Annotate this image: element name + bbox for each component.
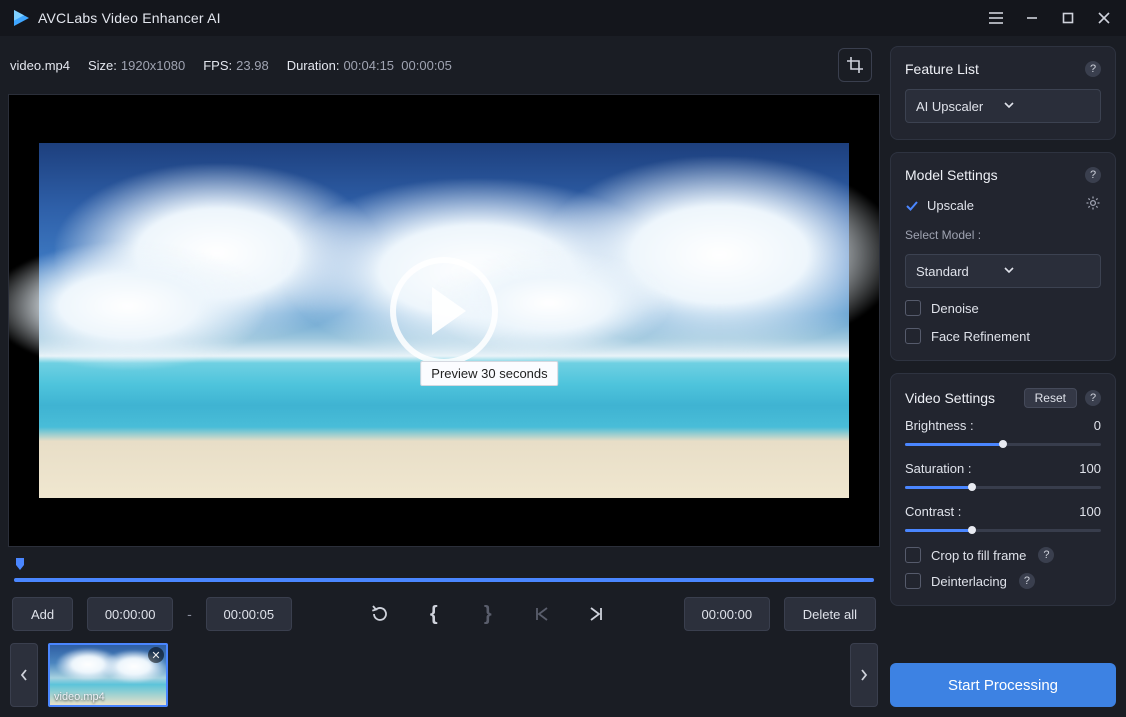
check-icon	[905, 199, 919, 213]
app-logo: AVCLabs Video Enhancer AI	[12, 9, 221, 27]
menu-button[interactable]	[978, 4, 1014, 32]
crop-fill-label: Crop to fill frame	[931, 548, 1026, 563]
next-frame-button[interactable]	[585, 603, 607, 625]
play-logo-icon	[12, 9, 30, 27]
add-button[interactable]: Add	[12, 597, 73, 631]
denoise-checkbox[interactable]	[905, 300, 921, 316]
thumbnail-remove-button[interactable]: ✕	[148, 647, 164, 663]
contrast-value: 100	[1079, 504, 1101, 519]
duration-info: Duration:00:04:15 00:00:05	[287, 58, 452, 73]
out-timecode[interactable]: 00:00:05	[206, 597, 292, 631]
mark-in-button[interactable]: {	[423, 603, 445, 625]
deinterlace-checkbox[interactable]	[905, 573, 921, 589]
file-info-bar: video.mp4 Size:1920x1080 FPS:23.98 Durat…	[8, 44, 880, 86]
video-settings-title: Video Settings	[905, 390, 1024, 406]
size-info: Size:1920x1080	[88, 58, 185, 73]
help-icon[interactable]: ?	[1019, 573, 1035, 589]
play-icon	[432, 287, 466, 335]
feature-list-card: Feature List ? AI Upscaler	[890, 46, 1116, 140]
face-refinement-label: Face Refinement	[931, 329, 1030, 344]
help-icon[interactable]: ?	[1085, 390, 1101, 406]
delete-all-label: Delete all	[803, 607, 857, 622]
in-timecode[interactable]: 00:00:00	[87, 597, 173, 631]
mark-out-button: }	[477, 603, 499, 625]
video-preview[interactable]: Preview 30 seconds	[8, 94, 880, 547]
saturation-value: 100	[1079, 461, 1101, 476]
chevron-down-icon	[1003, 264, 1090, 279]
model-settings-card: Model Settings ? Upscale Select Model : …	[890, 152, 1116, 361]
deinterlace-row[interactable]: Deinterlacing ?	[905, 573, 1101, 589]
brightness-value: 0	[1094, 418, 1101, 433]
video-settings-card: Video Settings Reset ? Brightness :0 Sat…	[890, 373, 1116, 606]
select-model-label: Select Model :	[905, 228, 1101, 242]
chevron-down-icon	[1003, 99, 1090, 114]
brightness-slider[interactable]: Brightness :0	[905, 418, 1101, 451]
help-icon[interactable]: ?	[1085, 167, 1101, 183]
next-thumb-button[interactable]	[850, 643, 878, 707]
help-icon[interactable]: ?	[1085, 61, 1101, 77]
thumbnail-item[interactable]: ✕ video.mp4	[48, 643, 168, 707]
saturation-label: Saturation :	[905, 461, 1079, 476]
current-timecode[interactable]: 00:00:00	[684, 597, 770, 631]
reset-button[interactable]: Reset	[1024, 388, 1077, 408]
model-settings-title: Model Settings	[905, 167, 1085, 183]
close-button[interactable]	[1086, 4, 1122, 32]
upscale-label: Upscale	[927, 198, 1077, 213]
dash: -	[187, 606, 192, 622]
saturation-slider[interactable]: Saturation :100	[905, 461, 1101, 494]
prev-thumb-button[interactable]	[10, 643, 38, 707]
app-title: AVCLabs Video Enhancer AI	[38, 10, 221, 26]
minimize-button[interactable]	[1014, 4, 1050, 32]
upscale-row: Upscale	[905, 195, 1101, 216]
loop-button[interactable]	[369, 603, 391, 625]
face-refinement-row[interactable]: Face Refinement	[905, 328, 1101, 344]
in-marker-icon[interactable]	[14, 557, 28, 571]
thumbnail-label: video.mp4	[54, 691, 105, 703]
denoise-row[interactable]: Denoise	[905, 300, 1101, 316]
face-refinement-checkbox[interactable]	[905, 328, 921, 344]
fps-info: FPS:23.98	[203, 58, 268, 73]
crop-fill-row[interactable]: Crop to fill frame ?	[905, 547, 1101, 563]
brightness-label: Brightness :	[905, 418, 1094, 433]
timeline-track[interactable]	[14, 573, 874, 587]
feature-select-value: AI Upscaler	[916, 99, 1003, 114]
deinterlace-label: Deinterlacing	[931, 574, 1007, 589]
settings-panel: Feature List ? AI Upscaler Model Setting…	[884, 36, 1126, 717]
feature-select[interactable]: AI Upscaler	[905, 89, 1101, 123]
crop-button[interactable]	[838, 48, 872, 82]
play-button[interactable]	[390, 257, 498, 365]
filename-label: video.mp4	[10, 58, 70, 73]
preview-tooltip: Preview 30 seconds	[420, 361, 558, 386]
start-processing-button[interactable]: Start Processing	[890, 663, 1116, 707]
main-area: video.mp4 Size:1920x1080 FPS:23.98 Durat…	[0, 36, 884, 717]
title-bar: AVCLabs Video Enhancer AI	[0, 0, 1126, 36]
controls-row: Add 00:00:00 - 00:00:05 { } 00:00:00 Del…	[8, 597, 880, 631]
contrast-slider[interactable]: Contrast :100	[905, 504, 1101, 537]
crop-fill-checkbox[interactable]	[905, 547, 921, 563]
feature-list-title: Feature List	[905, 61, 1085, 77]
help-icon[interactable]: ?	[1038, 547, 1054, 563]
model-select-value: Standard	[916, 264, 1003, 279]
contrast-label: Contrast :	[905, 504, 1079, 519]
timeline[interactable]	[8, 555, 880, 589]
denoise-label: Denoise	[931, 301, 979, 316]
gear-icon[interactable]	[1085, 195, 1101, 216]
delete-all-button[interactable]: Delete all	[784, 597, 876, 631]
maximize-button[interactable]	[1050, 4, 1086, 32]
model-select[interactable]: Standard	[905, 254, 1101, 288]
prev-frame-button	[531, 603, 553, 625]
start-processing-label: Start Processing	[948, 677, 1058, 694]
thumbnail-strip: ✕ video.mp4	[8, 639, 880, 709]
add-button-label: Add	[31, 607, 54, 622]
